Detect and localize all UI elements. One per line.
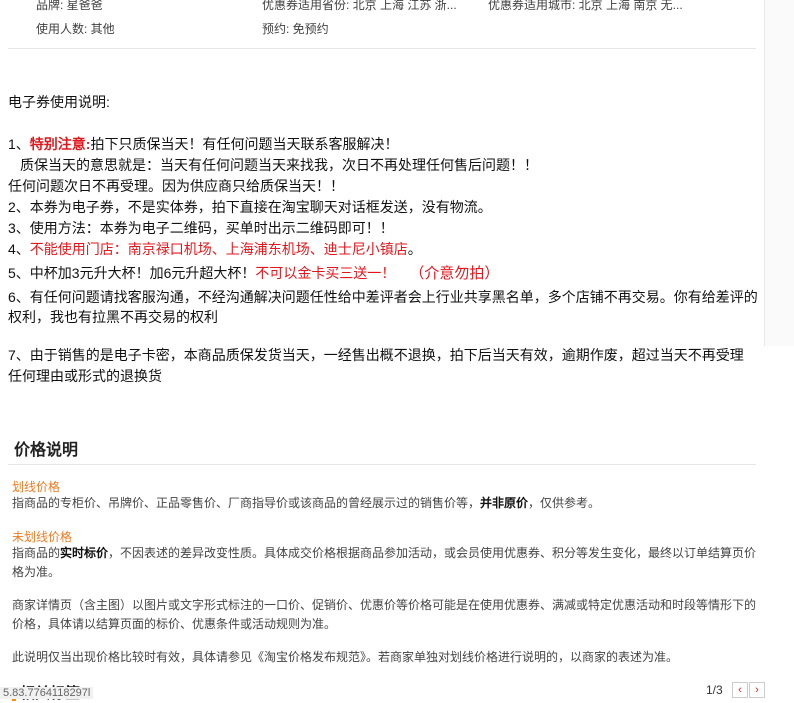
price-note-text: 此说明仅当出现价格比较时有效，具体请参见《淘宝价格发布规范》。若商家单独对划线价…	[12, 650, 679, 664]
desc-item-6-line1: 6、有任何问题请找客服沟通，不经沟通解决问题任性给中差评者会上行业共享黑名单，多…	[8, 289, 758, 305]
divider	[8, 48, 756, 49]
strike-price-text: 指商品的专柜价、吊牌价、正品零售价、厂商指导价或该商品的曾经展示过的销售价等，并…	[12, 496, 601, 510]
excluded-stores: 不能使用门店：南京禄口机场、上海浦东机场、迪士尼小镇店	[29, 241, 408, 257]
attr-city: 优惠券适用城市: 北京 上海 南京 无...	[488, 0, 683, 12]
unstrike-price-text: 指商品的实时标价，不因表述的差异改变性质。具体成交价格根据商品参加活动，或会员使…	[12, 546, 757, 579]
desc-item-4: 4、不能使用门店：南京禄口机场、上海浦东机场、迪士尼小镇店。	[8, 241, 422, 257]
desc-item-1-line3: 任何问题次日不再受理。因为供应商只给质保当天！！	[8, 178, 344, 194]
right-rail	[764, 0, 794, 346]
desc-item-1: 1、特别注意:拍下只质保当天！有任何问题当天联系客服解决！	[8, 136, 399, 152]
attr-people: 使用人数: 其他	[36, 22, 115, 36]
mind-note: （介意勿拍）	[409, 265, 500, 282]
status-url: 5.83.7764118297l	[0, 687, 94, 699]
desc-item-5: 5、中杯加3元升大杯！加6元升超大杯！不可以金卡买三送一！ （介意勿拍）	[8, 265, 500, 282]
special-notice-label: 特别注意:	[29, 136, 91, 152]
attr-row-2: 使用人数: 其他 预约: 免预约	[0, 20, 764, 36]
desc-item-1-line2: 质保当天的意思就是：当天有任何问题当天来找我，次日不再处理任何售后问题！！	[20, 157, 538, 173]
desc-item-7-line1: 7、由于销售的是电子卡密，本商品质保发货当天，一经售出概不退换，拍下后当天有效，…	[8, 347, 744, 363]
desc-item-3: 3、使用方法：本券为电子二维码，买单时出示二维码即可！！	[8, 220, 394, 236]
merchant-price-text: 商家详情页（含主图）以图片或文字形式标注的一口价、促销价、优惠价等价格可能是在使…	[12, 598, 757, 631]
attr-brand: 品牌: 星爸爸	[36, 0, 103, 12]
attr-booking: 预约: 免预约	[262, 22, 329, 36]
no-gold-card-note: 不可以金卡买三送一！	[255, 265, 396, 281]
pager-count: 1/3	[706, 683, 723, 697]
desc-item-2: 2、本券为电子券，不是实体券，拍下直接在淘宝聊天对话框发送，没有物流。	[8, 199, 492, 215]
desc-heading: 电子券使用说明:	[8, 94, 110, 110]
strike-price-label: 划线价格	[12, 480, 61, 494]
pager-next-button[interactable]: ›	[749, 682, 765, 698]
attr-row-1: 品牌: 星爸爸 优惠券适用省份: 北京 上海 江苏 浙... 优惠券适用城市: …	[0, 0, 764, 12]
price-title: 价格说明	[14, 442, 79, 459]
unstrike-price-label: 未划线价格	[12, 530, 73, 544]
attr-province: 优惠券适用省份: 北京 上海 江苏 浙...	[262, 0, 457, 12]
pager-prev-button[interactable]: ‹	[732, 682, 748, 698]
price-divider	[8, 464, 756, 465]
desc-item-6-line2: 权利，我也有拉黑不再交易的权利	[8, 309, 218, 325]
desc-item-7-line2: 任何理由或形式的退换货	[8, 368, 162, 384]
